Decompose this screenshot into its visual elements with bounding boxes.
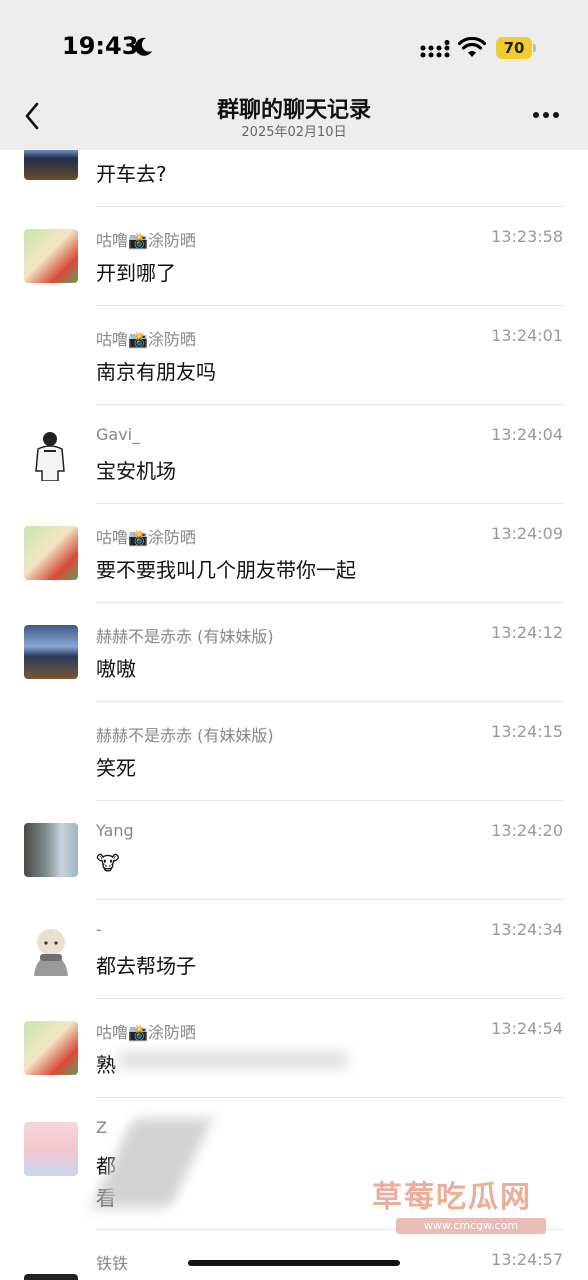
sender-name: Yang (96, 821, 134, 840)
avatar-lake (24, 150, 78, 180)
message-item: 咕噜📸涂防晒 13:24:01 南京有朋友吗 (0, 306, 588, 405)
message-text: 笑死 (96, 756, 136, 780)
message-text: 南京有朋友吗 (96, 360, 216, 384)
status-time: 19:43 (62, 32, 139, 60)
message-item: 赫赫不是赤赤 (有妹妹版) 13:24:12 嗷嗷 (0, 603, 588, 702)
message-time: 13:24:34 (491, 920, 563, 939)
battery-indicator: 70 (496, 37, 536, 59)
message-item: 赫赫不是赤赤 (有妹妹版) 13:24:15 笑死 (0, 702, 588, 801)
home-indicator[interactable] (188, 1260, 400, 1266)
message-item: 咕噜📸涂防晒 13:23:58 开到哪了 (0, 207, 588, 306)
message-item: - 13:24:34 都去帮场子 (0, 900, 588, 999)
watermark-text: 草莓吃瓜网 (372, 1180, 532, 1215)
sender-name: 赫赫不是赤赤 (有妹妹版) (96, 726, 274, 745)
moon-icon (135, 37, 152, 56)
avatar-girl-red-dress (24, 229, 78, 283)
message-text: 开车去? (96, 162, 167, 186)
avatar-person-sketch (24, 427, 78, 481)
avatar-girl-red-dress (24, 1021, 78, 1075)
sender-name: 咕噜📸涂防晒 (96, 231, 196, 250)
message-time: 13:24:57 (491, 1250, 563, 1269)
message-time: 13:24:54 (491, 1019, 563, 1038)
message-time: 13:24:04 (491, 425, 563, 444)
site-watermark: 草莓吃瓜网 www.cmcgw.com (372, 1172, 572, 1242)
sender-name: 咕噜📸涂防晒 (96, 528, 196, 547)
page-subtitle-date: 2025年02月10日 (241, 125, 347, 140)
more-options-icon[interactable] (532, 110, 560, 120)
sender-name: 咕噜📸涂防晒 (96, 1023, 196, 1042)
redacted-text-blur (118, 1051, 348, 1069)
sender-name: Gavi_ (96, 425, 141, 444)
message-list[interactable]: 开车去? 咕噜📸涂防晒 13:23:58 开到哪了 咕噜📸涂防晒 13:24:0… (0, 150, 588, 1280)
watermark-url: www.cmcgw.com (396, 1218, 546, 1234)
battery-level: 70 (503, 39, 525, 57)
message-text: 🐮 (96, 851, 120, 875)
message-time: 13:24:09 (491, 524, 563, 543)
wifi-icon (458, 37, 486, 57)
sender-name: 赫赫不是赤赤 (有妹妹版) (96, 627, 274, 646)
message-text: 开到哪了 (96, 261, 176, 285)
message-text: 都去帮场子 (96, 954, 196, 978)
message-item: Yang 13:24:20 🐮 (0, 801, 588, 900)
avatar-lake (24, 625, 78, 679)
sender-name: - (96, 920, 102, 939)
message-time: 13:24:01 (491, 326, 563, 345)
message-item: 咕噜📸涂防晒 13:24:09 要不要我叫几个朋友带你一起 (0, 504, 588, 603)
avatar-girl-red-dress (24, 526, 78, 580)
sender-name: 铁铁 (96, 1254, 129, 1273)
sender-name: 咕噜📸涂防晒 (96, 330, 196, 349)
message-text: 要不要我叫几个朋友带你一起 (96, 558, 356, 582)
message-time: 13:24:20 (491, 821, 563, 840)
cellular-signal-icon (420, 40, 450, 58)
message-item: 咕噜📸涂防晒 13:24:54 熟 (0, 999, 588, 1098)
message-text: 嗷嗷 (96, 657, 136, 681)
message-time: 13:23:58 (491, 227, 563, 246)
message-item: 开车去? (0, 150, 588, 207)
message-item: Gavi_ 13:24:04 宝安机场 (0, 405, 588, 504)
message-text: 熟 (96, 1053, 116, 1077)
person-sketch-icon (35, 432, 65, 481)
avatar-cartoon-cat (24, 1122, 78, 1176)
message-time: 13:24:12 (491, 623, 563, 642)
nav-bar: 群聊的聊天记录 2025年02月10日 (0, 86, 588, 150)
message-time: 13:24:15 (491, 722, 563, 741)
avatar-dark (24, 1274, 78, 1280)
sender-name: Z (96, 1118, 107, 1137)
message-text: 宝安机场 (96, 459, 176, 483)
avatar-anime-character (24, 922, 78, 976)
page-title: 群聊的聊天记录 (216, 98, 371, 123)
avatar-coast-photo (24, 823, 78, 877)
status-bar: 19:43 70 (0, 0, 588, 86)
anime-character-icon (34, 929, 68, 976)
